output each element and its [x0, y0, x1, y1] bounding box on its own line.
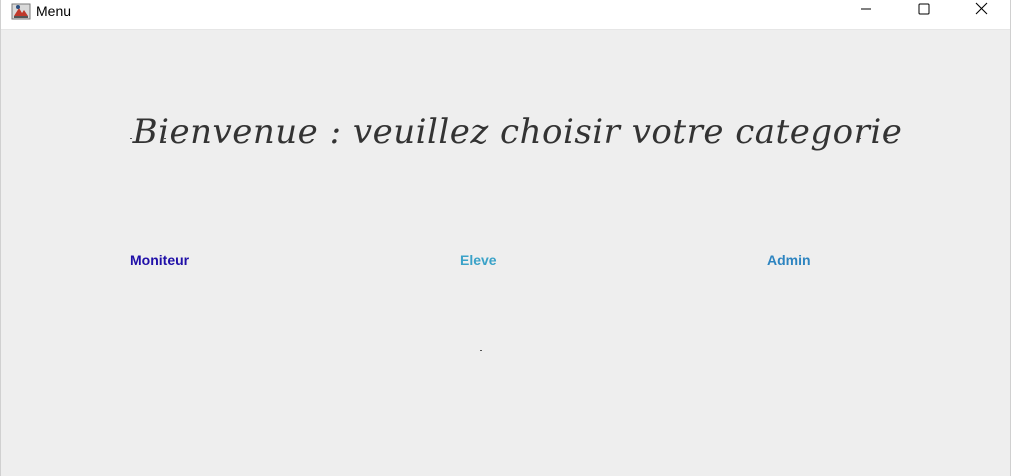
java-app-icon: [11, 2, 31, 20]
maximize-icon: [918, 2, 930, 20]
menu-window: Menu Bienvenue : veuillez choisir votre …: [0, 0, 1011, 476]
decorative-dot: [480, 350, 482, 351]
close-icon: [975, 2, 988, 20]
admin-button[interactable]: Admin: [767, 252, 811, 268]
minimize-icon: [860, 2, 872, 20]
maximize-button[interactable]: [895, 0, 953, 22]
close-button[interactable]: [952, 0, 1010, 22]
window-title: Menu: [36, 3, 72, 19]
eleve-button[interactable]: Eleve: [460, 252, 497, 268]
minimize-button[interactable]: [837, 0, 895, 22]
title-bar: Menu: [1, 0, 1010, 30]
moniteur-button[interactable]: Moniteur: [130, 252, 189, 268]
welcome-heading: Bienvenue : veuillez choisir votre categ…: [132, 112, 903, 152]
